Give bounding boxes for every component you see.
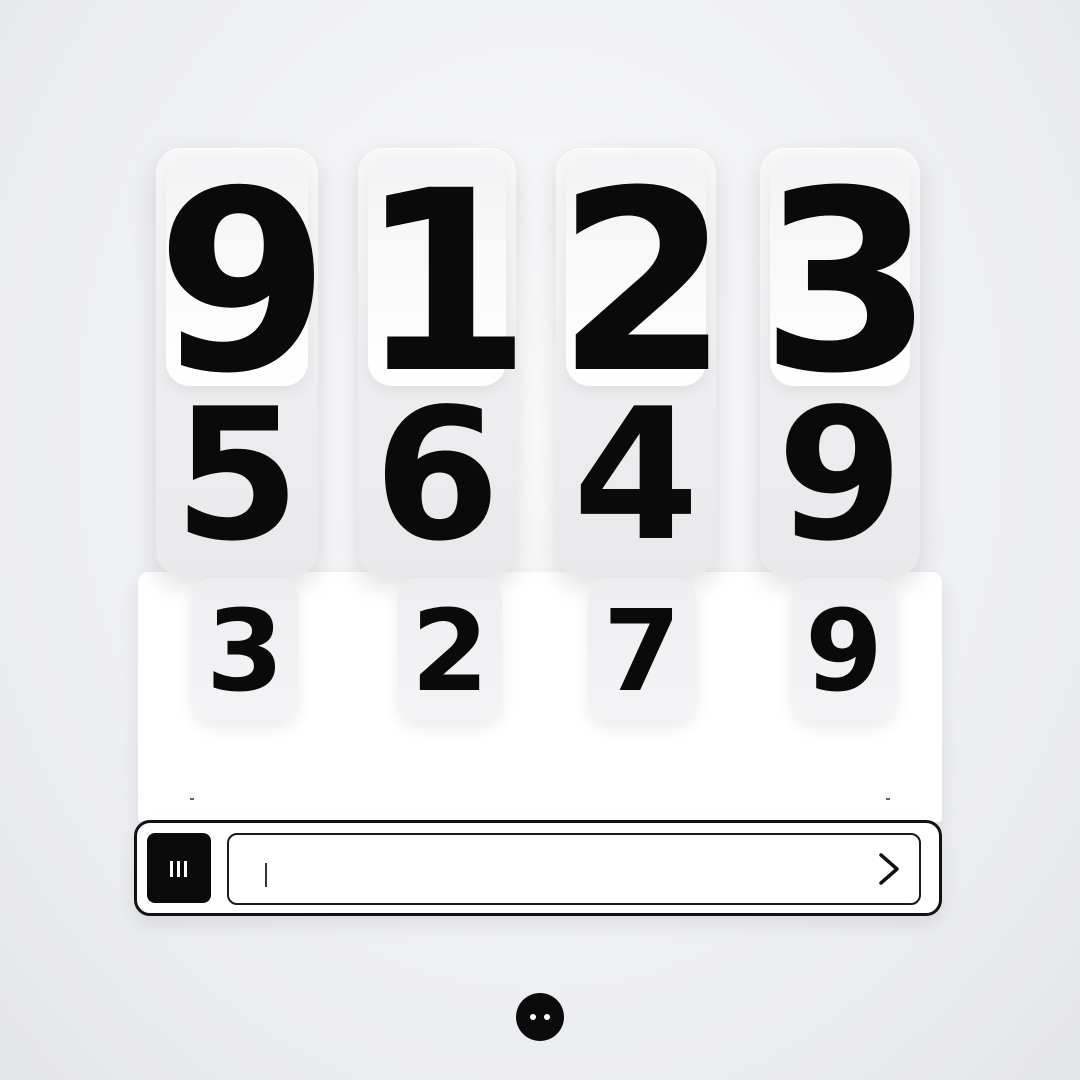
digit-bottom-4: 9 bbox=[805, 587, 883, 717]
message-input[interactable] bbox=[227, 833, 921, 905]
menu-bars-icon bbox=[177, 861, 180, 877]
panel-tick-mark bbox=[190, 798, 194, 800]
digit-column-1[interactable]: 9 5 bbox=[156, 148, 330, 581]
digit-bottom-3: 7 bbox=[603, 587, 681, 717]
digit-column-2[interactable]: 1 6 bbox=[358, 148, 532, 581]
menu-bars-icon bbox=[184, 861, 187, 877]
digit-column-3[interactable]: 2 4 bbox=[556, 148, 730, 581]
panel-tick-mark bbox=[886, 798, 890, 800]
menu-button[interactable] bbox=[147, 833, 211, 903]
digit-tile-bottom-2[interactable]: 2 bbox=[398, 578, 502, 720]
bot-face-icon[interactable] bbox=[516, 993, 564, 1041]
digit-middle-1: 5 bbox=[173, 369, 301, 581]
menu-bars-icon bbox=[170, 861, 173, 877]
digit-bottom-2: 2 bbox=[411, 587, 489, 717]
text-cursor bbox=[265, 863, 267, 887]
input-bar bbox=[134, 820, 942, 916]
digit-column-4[interactable]: 3 9 bbox=[760, 148, 934, 581]
digit-tile-bottom-1[interactable]: 3 bbox=[192, 578, 298, 720]
chevron-right-icon bbox=[879, 853, 899, 885]
bot-eye bbox=[530, 1014, 536, 1020]
digit-middle-2: 6 bbox=[373, 369, 501, 581]
submit-button[interactable] bbox=[871, 845, 907, 893]
digit-tile-bottom-4[interactable]: 9 bbox=[792, 578, 896, 720]
digit-middle-4: 9 bbox=[776, 369, 904, 581]
digit-tile-bottom-3[interactable]: 7 bbox=[588, 578, 696, 720]
digit-bottom-1: 3 bbox=[206, 587, 284, 717]
bot-eye bbox=[544, 1014, 550, 1020]
digit-middle-3: 4 bbox=[572, 369, 700, 581]
